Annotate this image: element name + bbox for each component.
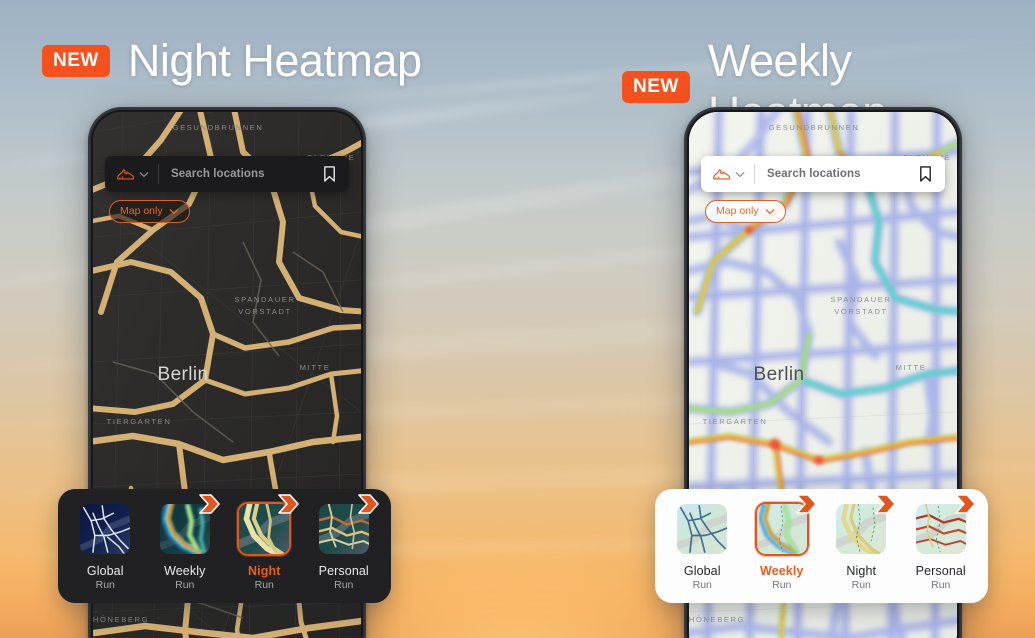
chevron-down-icon xyxy=(139,171,149,177)
bookmark-button[interactable] xyxy=(910,165,945,183)
chevron-right-badge-icon xyxy=(278,494,300,514)
running-shoe-icon xyxy=(712,168,731,180)
new-badge: NEW xyxy=(622,71,690,103)
heatmap-card-sport: Run xyxy=(851,579,871,591)
chevron-right-badge-icon xyxy=(875,494,897,514)
heatmap-card-sport: Run xyxy=(931,579,951,591)
chevron-down-icon xyxy=(169,208,178,214)
map-only-label: Map only xyxy=(120,205,163,217)
running-shoe-icon xyxy=(116,168,135,180)
new-badge: NEW xyxy=(42,45,110,77)
heatmap-card-sport: Run xyxy=(772,579,792,591)
heatmap-style-selector-light: Global Run Weekly Run Night Run Personal… xyxy=(655,489,988,603)
heatmap-card-title: Weekly xyxy=(760,564,804,578)
heatmap-card-weekly[interactable]: Weekly Run xyxy=(749,494,817,591)
bookmark-icon xyxy=(324,166,335,182)
heatmap-card-title: Personal xyxy=(915,564,966,578)
page-title: Night Heatmap xyxy=(127,35,422,86)
heatmap-card-sport: Run xyxy=(254,579,274,591)
chevron-down-icon xyxy=(735,171,745,177)
heatmap-card-title: Global xyxy=(86,564,124,578)
bookmark-icon xyxy=(920,166,931,182)
chevron-down-icon xyxy=(765,208,774,214)
heatmap-card-sport: Run xyxy=(334,579,354,591)
search-input[interactable]: Search locations xyxy=(159,168,314,180)
sport-selector[interactable] xyxy=(105,167,158,182)
heatmap-card-personal[interactable]: Personal Run xyxy=(311,494,379,591)
heatmap-card-sport: Run xyxy=(692,579,712,591)
heatmap-card-night[interactable]: Night Run xyxy=(828,494,897,591)
heatmap-card-title: Night xyxy=(846,564,877,578)
heatmap-card-sport: Run xyxy=(175,579,195,591)
heatmap-card-personal[interactable]: Personal Run xyxy=(908,494,976,591)
map-only-filter-chip[interactable]: Map only xyxy=(705,200,786,223)
heatmap-card-title: Personal xyxy=(318,564,369,578)
sport-selector[interactable] xyxy=(701,167,754,182)
search-bar[interactable]: Search locations xyxy=(701,156,945,192)
search-input[interactable]: Search locations xyxy=(755,168,910,180)
bookmark-button[interactable] xyxy=(314,165,349,183)
heatmap-style-selector-dark: Global Run Weekly Run Night Run Personal… xyxy=(58,489,391,603)
chevron-right-badge-icon xyxy=(954,494,976,514)
map-only-filter-chip[interactable]: Map only xyxy=(109,200,190,223)
heatmap-card-global[interactable]: Global Run xyxy=(72,502,139,591)
chevron-right-badge-icon xyxy=(357,494,379,514)
chevron-right-badge-icon xyxy=(795,494,817,514)
search-bar[interactable]: Search locations xyxy=(105,156,349,192)
chevron-right-badge-icon xyxy=(198,494,220,514)
heatmap-card-title: Night xyxy=(248,564,281,578)
heatmap-card-title: Global xyxy=(683,564,721,578)
map-only-label: Map only xyxy=(716,205,759,217)
heatmap-card-sport: Run xyxy=(95,579,115,591)
heatmap-card-global[interactable]: Global Run xyxy=(669,502,736,591)
heatmap-card-night[interactable]: Night Run xyxy=(231,494,300,591)
heatmap-thumbnail-global xyxy=(675,502,729,556)
heatmap-card-title: Weekly xyxy=(164,564,206,578)
heatmap-card-weekly[interactable]: Weekly Run xyxy=(152,494,220,591)
header-night-heatmap: NEW Night Heatmap xyxy=(42,35,422,87)
heatmap-thumbnail-global xyxy=(78,502,132,556)
